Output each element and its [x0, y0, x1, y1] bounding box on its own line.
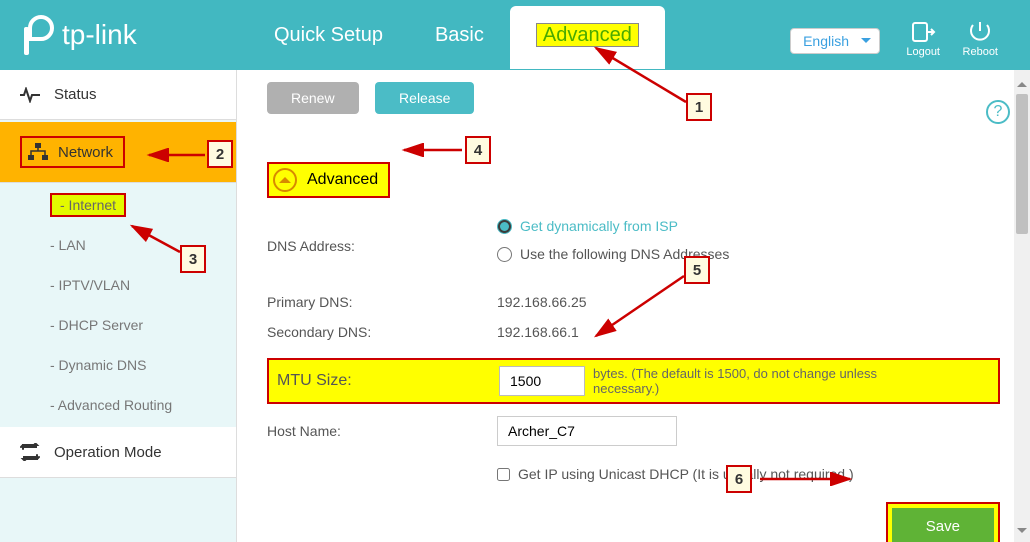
callout-2: 2	[207, 140, 233, 168]
scroll-up-icon[interactable]	[1014, 74, 1030, 90]
callout-6: 6	[726, 465, 752, 493]
logout-icon	[910, 20, 936, 44]
sidebar-sub-internet[interactable]: - Internet	[0, 185, 236, 225]
callout-1: 1	[686, 93, 712, 121]
callout-4: 4	[465, 136, 491, 164]
tab-basic[interactable]: Basic	[409, 0, 510, 69]
save-highlight: Save	[886, 502, 1000, 542]
reboot-button[interactable]: Reboot	[963, 20, 998, 58]
dns-address-row: DNS Address: Get dynamically from ISP Us…	[267, 218, 1000, 274]
mtu-row: MTU Size: bytes. (The default is 1500, d…	[267, 358, 1000, 404]
help-icon[interactable]: ?	[986, 100, 1010, 124]
reboot-icon	[967, 20, 993, 44]
advanced-toggle[interactable]: Advanced	[267, 162, 390, 198]
sidebar-sub-dhcp[interactable]: - DHCP Server	[0, 305, 236, 345]
tab-advanced[interactable]: Advanced	[510, 6, 665, 69]
secondary-dns-row: Secondary DNS: 192.168.66.1	[267, 324, 1000, 340]
brand-name: tp-link	[62, 19, 137, 51]
logout-button[interactable]: Logout	[906, 20, 940, 58]
sidebar-item-status[interactable]: Status	[0, 70, 236, 120]
main-panel: Renew Release ? Advanced DNS Address: Ge…	[236, 70, 1030, 542]
secondary-dns-value: 192.168.66.1	[497, 324, 1000, 340]
sidebar: Status Network - Internet - LAN - IPTV/V…	[0, 70, 236, 542]
callout-3: 3	[180, 245, 206, 273]
cycle-icon	[20, 443, 40, 461]
hostname-input[interactable]	[497, 416, 677, 446]
release-button[interactable]: Release	[375, 82, 474, 114]
sidebar-sub-network: - Internet - LAN - IPTV/VLAN - DHCP Serv…	[0, 185, 236, 425]
save-button[interactable]: Save	[892, 508, 994, 542]
sidebar-sub-ddns[interactable]: - Dynamic DNS	[0, 345, 236, 385]
top-tabs: Quick Setup Basic Advanced	[248, 0, 665, 69]
mtu-note: bytes. (The default is 1500, do not chan…	[593, 366, 943, 396]
brand-icon	[20, 15, 54, 55]
mtu-input[interactable]	[499, 366, 585, 396]
sidebar-item-operation-mode[interactable]: Operation Mode	[0, 427, 236, 478]
chevron-up-icon	[273, 168, 297, 192]
sidebar-item-network[interactable]: Network	[0, 122, 236, 183]
primary-dns-value: 192.168.66.25	[497, 294, 1000, 310]
dns-manual-radio[interactable]: Use the following DNS Addresses	[497, 246, 1000, 262]
brand-logo: tp-link	[20, 15, 137, 55]
scrollbar[interactable]	[1014, 70, 1030, 542]
callout-5: 5	[684, 256, 710, 284]
network-icon	[28, 143, 48, 161]
primary-dns-row: Primary DNS: 192.168.66.25	[267, 294, 1000, 310]
dns-dynamic-radio[interactable]: Get dynamically from ISP	[497, 218, 1000, 234]
sidebar-sub-routing[interactable]: - Advanced Routing	[0, 385, 236, 425]
scroll-thumb[interactable]	[1016, 94, 1028, 234]
hostname-row: Host Name:	[267, 416, 1000, 446]
language-select[interactable]: English	[790, 28, 880, 54]
scroll-down-icon[interactable]	[1014, 522, 1030, 538]
header: tp-link Quick Setup Basic Advanced Engli…	[0, 0, 1030, 70]
pulse-icon	[20, 87, 40, 103]
tab-quick-setup[interactable]: Quick Setup	[248, 0, 409, 69]
renew-button[interactable]: Renew	[267, 82, 359, 114]
